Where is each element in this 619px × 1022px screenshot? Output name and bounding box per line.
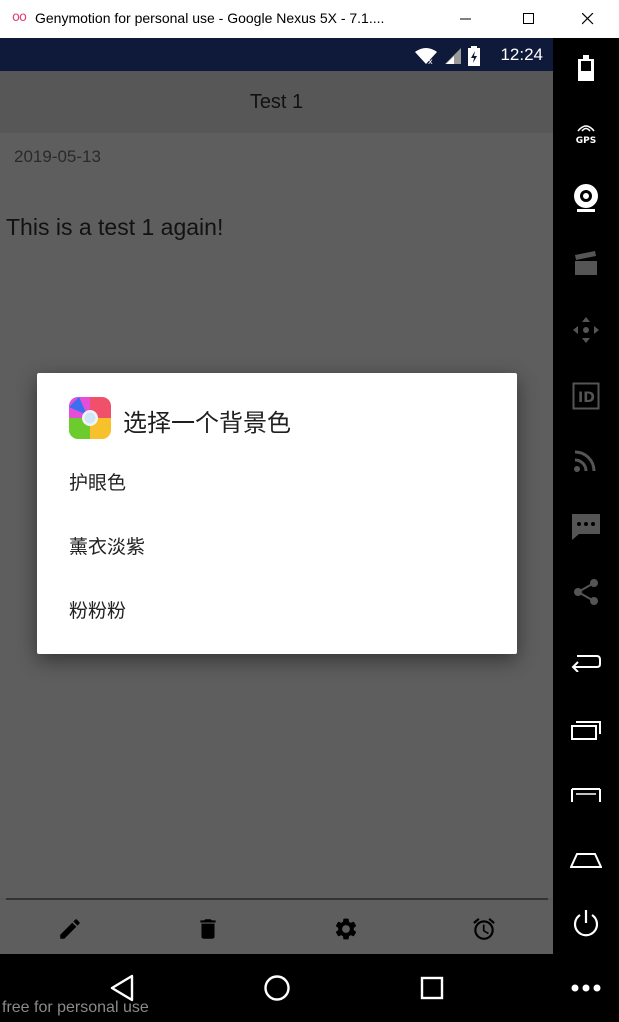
alarm-icon [473,918,495,940]
edit-icon [60,919,80,939]
status-bar: x 12:24 [0,38,553,71]
svg-text:x: x [428,57,433,65]
dpad-widget-button[interactable] [568,312,604,348]
battery-widget-button[interactable] [568,50,604,86]
signal-icon [445,48,461,64]
side-more-button[interactable] [568,970,604,1006]
maximize-button[interactable] [506,0,552,38]
background-color-dialog: 选择一个背景色 护眼色 薰衣淡紫 粉粉粉 [37,373,517,654]
nav-home-button[interactable] [259,970,295,1006]
edit-button[interactable] [55,914,85,944]
maximize-icon [523,13,534,24]
nav-recents-button[interactable] [414,970,450,1006]
option-pink[interactable]: 粉粉粉 [69,589,489,633]
note-date: 2019-05-13 [14,147,101,166]
app-icon [69,397,111,439]
share-icon [574,579,598,605]
watermark: free for personal use [2,999,149,1016]
genymotion-side-panel: GPS ID [553,38,619,1022]
side-back-button[interactable] [568,644,604,680]
close-button[interactable] [565,0,611,38]
side-recents-button[interactable] [568,712,604,748]
option-lavender[interactable]: 薰衣淡紫 [69,525,489,569]
recents-icon [420,976,444,1000]
home-icon [264,975,290,1001]
status-time: 12:24 [500,45,543,64]
id-label: ID [578,390,595,406]
sms-icon [572,514,600,540]
camera-widget-button[interactable] [568,180,604,216]
settings-icon [335,918,357,940]
status-icons: x [414,46,480,66]
cast-widget-button[interactable] [568,442,604,478]
side-menu-button[interactable] [568,778,604,814]
window-titlebar: oo Genymotion for personal use - Google … [0,0,619,38]
gps-widget-button[interactable]: GPS [568,116,604,152]
camera-icon [574,184,598,212]
delete-button[interactable] [193,914,223,944]
delete-icon [200,919,216,939]
dialog-title: 选择一个背景色 [123,409,291,437]
capture-icon [575,251,597,275]
back-icon [110,974,134,1002]
option-eye-care[interactable]: 护眼色 [69,461,489,505]
bottom-toolbar [0,900,553,954]
app-bar: Test 1 [0,71,553,133]
sms-widget-button[interactable] [568,508,604,544]
battery-charging-icon [468,46,480,66]
share-widget-button[interactable] [568,574,604,610]
note-body[interactable]: This is a test 1 again! [6,214,223,241]
more-icon [571,984,601,992]
minimize-button[interactable] [443,0,489,38]
minimize-icon [460,18,471,20]
page-title: Test 1 [249,91,304,113]
power-icon [573,910,599,937]
alarm-button[interactable] [469,914,499,944]
gps-label: GPS [575,135,597,146]
home-icon [570,853,602,868]
dpad-icon [573,317,599,343]
cast-icon [574,450,596,472]
recents-icon [571,721,601,740]
id-icon: ID [572,382,600,410]
gps-icon: GPS [576,123,596,146]
device-screen: x 12:24 Test 1 2019-05-13 This is a test… [0,38,553,1022]
capture-widget-button[interactable] [568,246,604,282]
id-widget-button[interactable]: ID [568,378,604,414]
wifi-icon: x [415,48,437,65]
window-title: Genymotion for personal use - Google Nex… [35,10,385,26]
genymotion-logo: oo [12,10,27,25]
battery-icon [578,55,594,81]
side-power-button[interactable] [568,906,604,942]
close-icon [582,13,594,25]
side-home-button[interactable] [568,842,604,878]
back-icon [571,655,601,672]
menu-icon [571,788,601,802]
settings-button[interactable] [331,914,361,944]
